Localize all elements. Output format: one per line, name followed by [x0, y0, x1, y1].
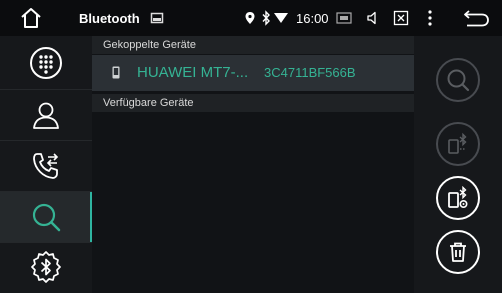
available-devices-header: Verfügbare Geräte: [92, 94, 414, 112]
paired-device-row[interactable]: HUAWEI MT7-... 3C4711BF566B: [92, 55, 414, 91]
sidebar-item-bluetooth-settings[interactable]: [0, 243, 92, 293]
sd-card-icon: [336, 12, 352, 24]
phone-bluetooth-connect-icon: [448, 186, 468, 209]
back-icon[interactable]: [464, 9, 490, 27]
clock: 16:00: [296, 11, 329, 26]
app-title: Bluetooth: [79, 11, 140, 26]
phone-icon: [112, 66, 120, 79]
phone-bluetooth-icon: [448, 132, 467, 154]
paired-devices-header: Gekoppelte Geräte: [92, 36, 414, 54]
sidebar: [0, 36, 92, 293]
action-panel: [414, 36, 502, 293]
sidebar-item-dialpad[interactable]: [0, 38, 92, 88]
sidebar-item-contacts[interactable]: [0, 90, 92, 140]
connect-device-button[interactable]: [436, 176, 480, 220]
phone-bluetooth-button[interactable]: [436, 122, 480, 166]
status-bar: Bluetooth 16:00: [0, 0, 502, 36]
close-app-icon[interactable]: [393, 10, 409, 26]
bluetooth-icon: [262, 10, 270, 26]
location-icon: [245, 12, 255, 24]
volume-icon[interactable]: [365, 10, 381, 26]
contacts-icon: [33, 102, 59, 129]
device-mac-address: 3C4711BF566B: [264, 65, 356, 80]
search-icon: [447, 69, 470, 92]
wifi-icon: [274, 13, 288, 23]
home-icon[interactable]: [19, 7, 43, 29]
sidebar-item-call-log[interactable]: [0, 141, 92, 191]
delete-device-button[interactable]: [436, 230, 480, 274]
device-name: HUAWEI MT7-...: [137, 64, 249, 81]
device-list-panel: Gekoppelte Geräte HUAWEI MT7-... 3C4711B…: [92, 36, 414, 293]
more-menu-icon[interactable]: [427, 9, 433, 27]
search-icon: [32, 203, 61, 232]
image-icon: [150, 12, 164, 24]
sidebar-item-search[interactable]: [0, 192, 92, 242]
trash-icon: [450, 242, 466, 262]
bluetooth-settings-icon: [31, 251, 61, 283]
search-devices-button[interactable]: [436, 58, 480, 102]
call-log-icon: [33, 153, 59, 179]
dialpad-icon: [30, 47, 62, 79]
